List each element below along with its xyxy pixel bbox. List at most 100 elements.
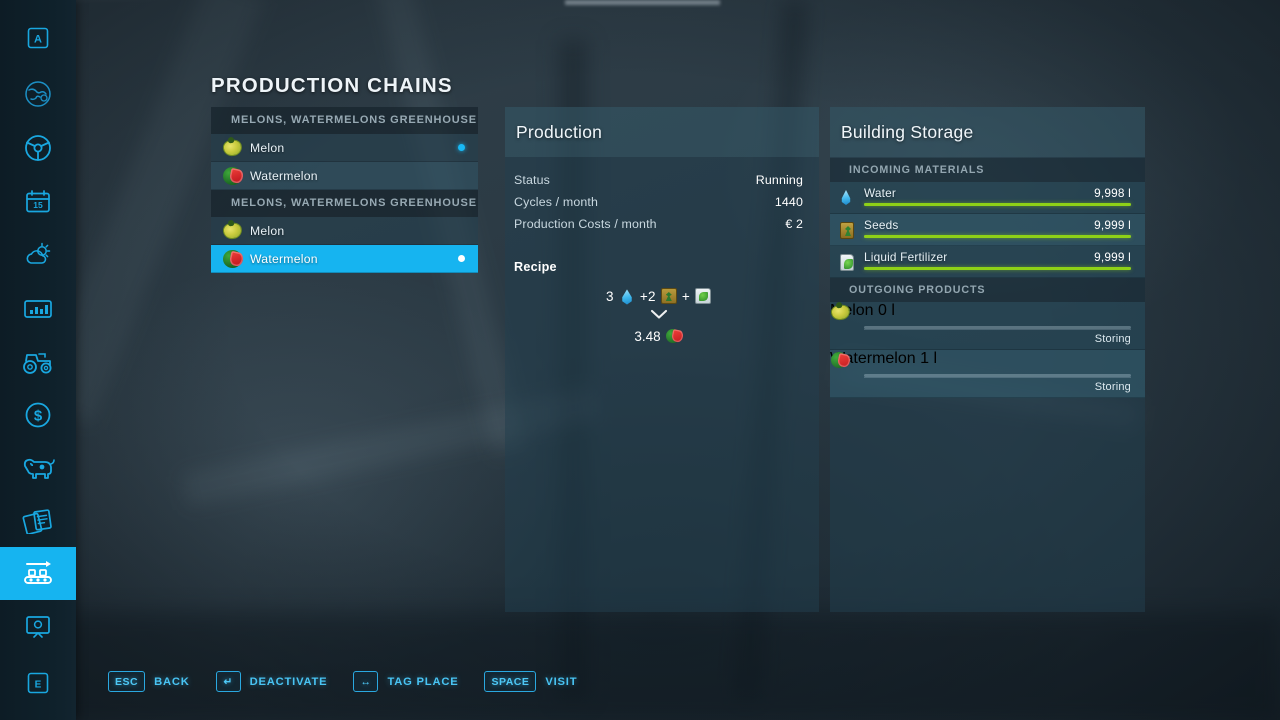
- key-label: BACK: [154, 675, 190, 688]
- storage-row-melon[interactable]: Melon 0 l Storing: [830, 302, 1145, 350]
- storage-panel-title: Building Storage: [841, 121, 974, 142]
- row-divider: [864, 377, 1131, 378]
- storage-item-name: Liquid Fertilizer: [864, 250, 948, 264]
- liquid-fertilizer-icon: [695, 288, 711, 304]
- help-bar: ESC BACK ↵ DEACTIVATE ↔ TAG PLACE SPACE …: [108, 671, 603, 692]
- sidebar-item-animals[interactable]: [0, 441, 76, 494]
- svg-text:$: $: [34, 407, 43, 424]
- sidebar-item-statistics[interactable]: [0, 282, 76, 335]
- storage-item-value: 9,999 l: [1094, 250, 1131, 264]
- recipe-output: 3.48: [514, 328, 803, 344]
- recipe-input-amount-water: 3: [606, 288, 614, 304]
- chain-item-label: Melon: [250, 223, 285, 238]
- chain-group-header: MELONS, WATERMELONS GREENHOUSE: [211, 107, 478, 134]
- row-value: € 2: [785, 217, 803, 231]
- storage-item-state: Storing: [1094, 381, 1131, 393]
- recipe-input-amount-fertilizer: +: [681, 288, 690, 304]
- water-icon: [837, 188, 857, 208]
- key-enter: ↵: [215, 671, 241, 692]
- chain-item-label: Watermelon: [250, 251, 318, 266]
- globe-map-icon: [25, 80, 51, 107]
- chain-list-item-melon-1[interactable]: Melon: [211, 134, 478, 162]
- sidebar-item-finances[interactable]: $: [0, 388, 76, 441]
- help-action-back[interactable]: ESC BACK: [108, 671, 190, 692]
- tractor-icon: [23, 352, 52, 374]
- storage-item-name: Seeds: [864, 218, 899, 232]
- svg-text:15: 15: [33, 200, 43, 210]
- storage-item-value: 1 l: [920, 350, 938, 367]
- row-key: Production Costs / month: [514, 217, 657, 231]
- sidebar-item-gallery[interactable]: [0, 600, 76, 653]
- row-value: 1440: [774, 195, 803, 209]
- sidebar-item-settings[interactable]: E: [0, 656, 76, 709]
- watermelon-icon: [665, 328, 683, 344]
- production-row-cycles: Cycles / month 1440: [514, 195, 803, 209]
- help-action-deactivate[interactable]: ↵ DEACTIVATE: [215, 671, 328, 692]
- row-value: Running: [755, 173, 803, 187]
- key-label: TAG PLACE: [387, 675, 459, 688]
- storage-item-value: 9,998 l: [1094, 186, 1131, 200]
- key-label: VISIT: [545, 675, 578, 688]
- key-esc: ESC: [108, 671, 146, 692]
- sidebar-item-vehicles[interactable]: [0, 121, 76, 174]
- chain-group-header: MELONS, WATERMELONS GREENHOUSE: [211, 190, 478, 217]
- dollar-coin-icon: $: [25, 402, 51, 427]
- chain-item-label: Melon: [250, 140, 285, 155]
- sidebar-item-map[interactable]: [0, 67, 76, 120]
- chain-list-item-watermelon-2-selected[interactable]: Watermelon: [211, 245, 478, 273]
- monitor-picture-icon: [26, 615, 50, 638]
- sidebar-item-machines[interactable]: [0, 335, 76, 388]
- key-label: DEACTIVATE: [249, 675, 328, 688]
- storage-bar-track: [864, 267, 1131, 270]
- sidebar-item-calendar[interactable]: 15: [0, 175, 76, 228]
- left-icon-rail: A 15 $ E: [0, 0, 76, 720]
- key-space: SPACE: [484, 671, 537, 692]
- recipe-inputs: 3 +2 +: [514, 288, 803, 305]
- outgoing-products-header: OUTGOING PRODUCTS: [830, 278, 1145, 302]
- watermelon-icon: [222, 165, 243, 186]
- storage-panel-body: INCOMING MATERIALS Water 9,998 l Seeds 9…: [830, 157, 1145, 612]
- help-action-visit[interactable]: SPACE VISIT: [484, 671, 577, 692]
- sidebar-item-overview[interactable]: A: [0, 11, 76, 64]
- chevron-down-icon: [514, 309, 803, 321]
- recipe-title: Recipe: [514, 260, 557, 274]
- liquid-fertilizer-icon: [837, 252, 857, 272]
- sidebar-item-production[interactable]: [0, 547, 76, 600]
- storage-item-value: 9,999 l: [1094, 218, 1131, 232]
- steering-wheel-icon: [25, 134, 51, 161]
- row-divider: [864, 329, 1131, 330]
- recipe-output-amount: 3.48: [634, 328, 661, 344]
- storage-item-state: Storing: [1094, 333, 1131, 345]
- chain-item-label: Watermelon: [250, 168, 318, 183]
- production-row-costs: Production Costs / month € 2: [514, 217, 803, 231]
- sidebar-item-weather[interactable]: [0, 228, 76, 281]
- storage-row-water[interactable]: Water 9,998 l: [830, 182, 1145, 214]
- storage-row-seeds[interactable]: Seeds 9,999 l: [830, 214, 1145, 246]
- bar-chart-icon: [24, 299, 52, 318]
- melon-icon: [222, 137, 243, 158]
- storage-row-watermelon[interactable]: Watermelon 1 l Storing: [830, 350, 1145, 398]
- recipe-input-amount-seeds: +2: [639, 288, 656, 304]
- storage-bar-track: [864, 235, 1131, 238]
- storage-row-liquid-fertilizer[interactable]: Liquid Fertilizer 9,999 l: [830, 246, 1145, 278]
- calendar-15-icon: 15: [26, 189, 50, 212]
- row-key: Status: [514, 173, 551, 187]
- svg-text:E: E: [35, 679, 42, 690]
- help-action-tag-place[interactable]: ↔ TAG PLACE: [353, 671, 458, 692]
- chain-list-item-watermelon-1[interactable]: Watermelon: [211, 162, 478, 190]
- active-dot-icon: [458, 255, 465, 262]
- storage-item-value: 0 l: [878, 302, 895, 319]
- storage-item-name: Water: [864, 186, 897, 200]
- storage-bar-track: [864, 203, 1131, 206]
- production-chain-list[interactable]: MELONS, WATERMELONS GREENHOUSE Melon Wat…: [211, 107, 478, 297]
- chain-list-item-melon-2[interactable]: Melon: [211, 217, 478, 245]
- active-dot-icon: [458, 144, 465, 151]
- production-row-status: Status Running: [514, 173, 803, 187]
- letter-e-icon: E: [27, 672, 49, 693]
- key-left-right-arrow: ↔: [353, 671, 379, 692]
- melon-icon: [222, 220, 243, 241]
- watermelon-icon: [222, 248, 243, 269]
- page-title: PRODUCTION CHAINS: [211, 74, 453, 97]
- production-panel-title: Production: [516, 121, 603, 142]
- sidebar-item-contracts[interactable]: [0, 494, 76, 547]
